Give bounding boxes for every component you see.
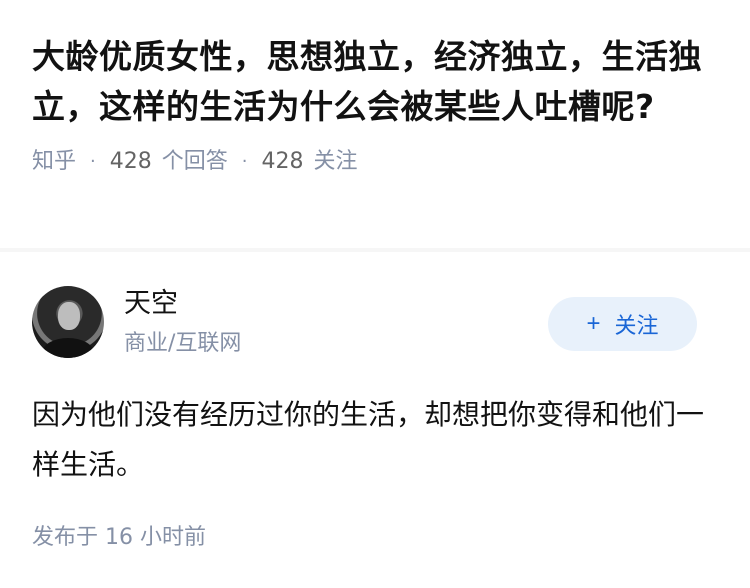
avatar-shoulders [42, 338, 94, 358]
author-headline: 商业/互联网 [124, 331, 242, 356]
question-title[interactable]: 大龄优质女性，思想独立，经济独立，生活独立，这样的生活为什么会被某些人吐槽呢? [32, 32, 718, 132]
answer-content[interactable]: 因为他们没有经历过你的生活，却想把你变得和他们一样生活。 [32, 390, 712, 490]
answer-count-label: 个回答 [161, 149, 228, 174]
follow-button-label: 关注 [614, 313, 659, 338]
follower-count-label: 关注 [313, 149, 358, 174]
meta-separator: · [90, 151, 96, 172]
author-avatar[interactable] [32, 286, 104, 358]
question-meta: 知乎 · 428 个回答 · 428 关注 [32, 148, 718, 176]
plus-icon: + [586, 310, 601, 337]
follower-count: 428 [261, 149, 304, 174]
author-name[interactable]: 天空 [124, 288, 178, 320]
question-header: 大龄优质女性，思想独立，经济独立，生活独立，这样的生活为什么会被某些人吐槽呢? … [0, 0, 750, 248]
answer-publish-time: 发布于 16 小时前 [32, 525, 206, 550]
source-label: 知乎 [32, 149, 77, 174]
answer-count: 428 [109, 149, 152, 174]
meta-separator: · [241, 151, 248, 172]
avatar-face [58, 302, 80, 330]
follow-button[interactable]: + 关注 [548, 297, 697, 351]
answer-card: 天空 商业/互联网 + 关注 因为他们没有经历过你的生活，却想把你变得和他们一样… [0, 252, 750, 588]
